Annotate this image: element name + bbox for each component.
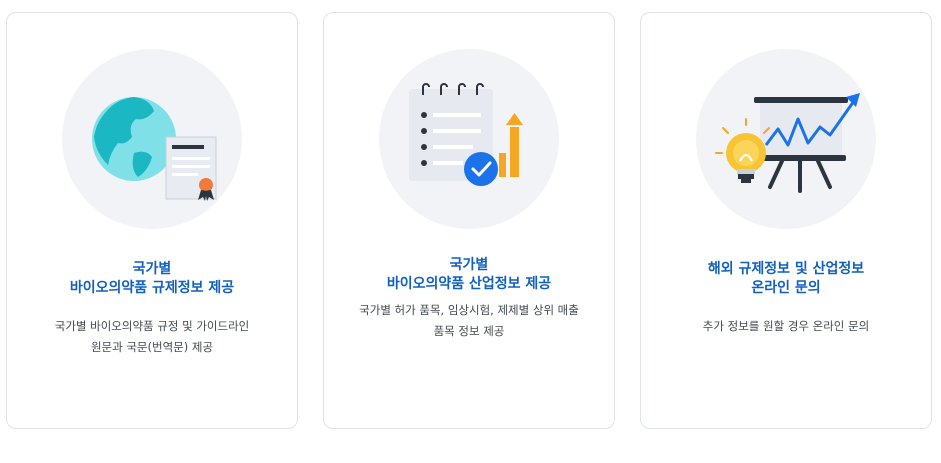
card-title-line: 국가별 — [449, 257, 489, 273]
card-desc-line: 국가별 바이오의약품 규정 및 가이드라인 — [54, 319, 250, 333]
card-title-line: 국가별 — [132, 261, 172, 277]
globe-certificate-icon — [92, 97, 217, 201]
card-title-line: 바이오의약품 산업정보 제공 — [386, 276, 552, 292]
card-description: 국가별 바이오의약품 규정 및 가이드라인 원문과 국문(번역문) 제공 — [7, 316, 297, 358]
card-title: 국가별 바이오의약품 산업정보 제공 — [324, 256, 614, 294]
card-desc-line: 품목 정보 제공 — [433, 324, 505, 338]
checklist-chart-icon — [409, 83, 523, 186]
card-title: 해외 규제정보 및 산업정보 온라인 문의 — [641, 260, 931, 298]
card-description: 국가별 허가 품목, 임상시험, 제제별 상위 매출 품목 정보 제공 — [324, 300, 614, 342]
illustration-circle — [696, 49, 876, 229]
card-description: 추가 정보를 원할 경우 온라인 문의 — [641, 316, 931, 337]
industry-info-card[interactable]: 국가별 바이오의약품 산업정보 제공 국가별 허가 품목, 임상시험, 제제별 … — [323, 12, 615, 429]
card-title-line: 해외 규제정보 및 산업정보 — [707, 261, 865, 277]
card-title: 국가별 바이오의약품 규제정보 제공 — [7, 260, 297, 298]
lightbulb-presentation-icon — [715, 93, 860, 193]
card-title-line: 바이오의약품 규제정보 제공 — [69, 280, 235, 296]
card-title-line: 온라인 문의 — [751, 280, 821, 296]
card-desc-line: 추가 정보를 원할 경우 온라인 문의 — [702, 319, 870, 333]
card-desc-line: 국가별 허가 품목, 임상시험, 제제별 상위 매출 — [359, 303, 579, 317]
illustration-circle — [62, 49, 242, 229]
online-inquiry-card[interactable]: 해외 규제정보 및 산업정보 온라인 문의 추가 정보를 원할 경우 온라인 문… — [640, 12, 932, 429]
illustration-circle — [379, 49, 559, 229]
card-desc-line: 원문과 국문(번역문) 제공 — [90, 340, 214, 354]
regulatory-info-card[interactable]: 국가별 바이오의약품 규제정보 제공 국가별 바이오의약품 규정 및 가이드라인… — [6, 12, 298, 429]
